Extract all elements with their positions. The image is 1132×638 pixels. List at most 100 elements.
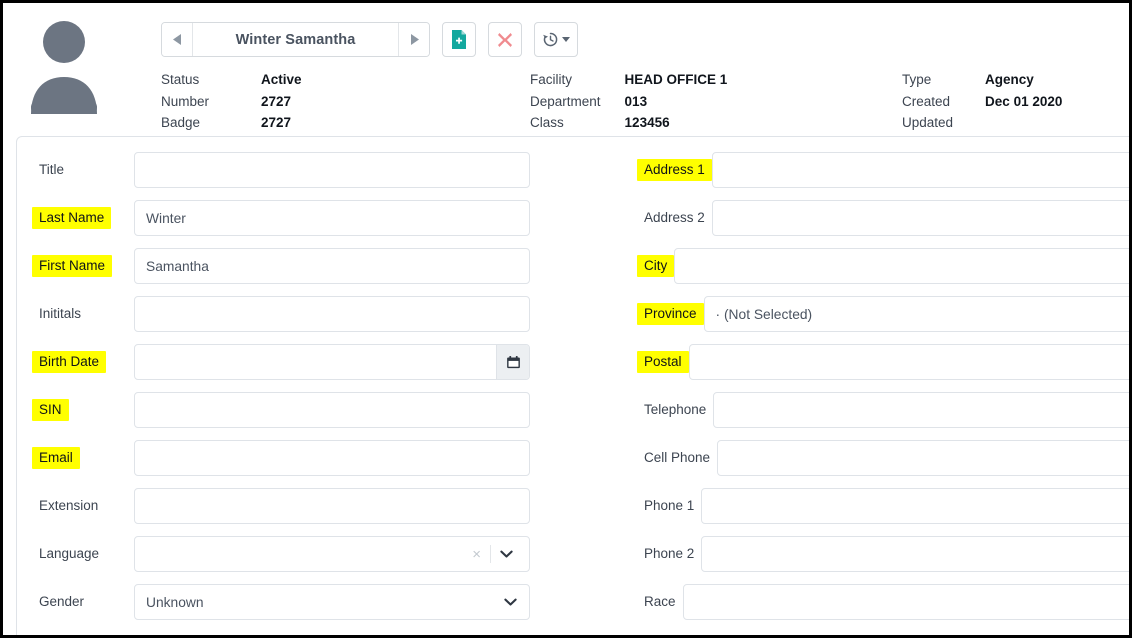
- delete-button[interactable]: [488, 22, 522, 57]
- record-header: Winter Samantha Status Number Badge Acti…: [3, 3, 1129, 133]
- field-label-phone-1: Phone 1: [644, 498, 695, 513]
- app-window: Winter Samantha Status Number Badge Acti…: [0, 0, 1132, 638]
- meta-label: Number: [161, 93, 210, 109]
- form-row: Language ×: [17, 536, 534, 572]
- meta-label: Department: [530, 93, 601, 109]
- history-button[interactable]: [534, 22, 578, 57]
- field-input-inititals[interactable]: [134, 296, 530, 332]
- meta-label: Badge: [161, 115, 201, 130]
- form-label-wrap: Gender: [17, 591, 134, 613]
- field-input-extension[interactable]: [134, 488, 530, 524]
- field-label-phone-2: Phone 2: [644, 546, 695, 561]
- employee-form-card: Title Last Name First Name Inititals Birth D…: [16, 136, 1129, 635]
- field-label-last-name: Last Name: [32, 207, 112, 229]
- clear-icon[interactable]: ×: [463, 547, 490, 562]
- field-label-inititals: Inititals: [39, 306, 82, 321]
- form-label-wrap: Cell Phone: [637, 447, 717, 469]
- field-input-address-1[interactable]: [711, 152, 1129, 188]
- form-row: Address 1: [637, 152, 1129, 188]
- form-label-wrap: Telephone: [637, 399, 713, 421]
- field-label-sin: SIN: [32, 399, 69, 421]
- form-row: Inititals: [17, 296, 534, 332]
- meta-label: Updated: [902, 115, 954, 130]
- field-input-email[interactable]: [134, 440, 530, 476]
- form-control: [701, 488, 1129, 524]
- field-label-address-1: Address 1: [637, 159, 712, 181]
- field-input-postal[interactable]: [688, 344, 1129, 380]
- field-input-title[interactable]: [134, 152, 530, 188]
- form-row: Address 2: [637, 200, 1129, 236]
- field-input-race[interactable]: [682, 584, 1129, 620]
- field-label-city: City: [637, 255, 675, 277]
- form-row: Race: [637, 584, 1129, 620]
- form-label-wrap: Language: [17, 543, 134, 565]
- triangle-left-icon: [172, 34, 181, 45]
- form-label-wrap: Province: [637, 303, 704, 325]
- field-input-last-name[interactable]: [134, 200, 530, 236]
- form-control: [134, 248, 530, 284]
- meta-label: Created: [902, 93, 951, 109]
- field-input-gender[interactable]: [134, 584, 530, 620]
- meta-value: HEAD OFFICE 1: [624, 72, 728, 87]
- form-label-wrap: SIN: [17, 399, 134, 421]
- field-input-address-2[interactable]: [711, 200, 1129, 236]
- history-clock-icon: [543, 32, 558, 47]
- form-label-wrap: Inititals: [17, 303, 134, 325]
- field-input-telephone[interactable]: [713, 392, 1129, 428]
- form-label-wrap: City: [637, 255, 675, 277]
- field-label-postal: Postal: [637, 351, 689, 373]
- date-picker-button[interactable]: [496, 345, 529, 379]
- form-control: [717, 440, 1129, 476]
- triangle-right-icon: [410, 34, 419, 45]
- field-input-phone-1[interactable]: [701, 488, 1129, 524]
- next-record-button[interactable]: [398, 23, 429, 56]
- form-label-wrap: Phone 2: [637, 543, 701, 565]
- form-label-wrap: Address 2: [637, 207, 712, 229]
- form-label-wrap: Extension: [17, 495, 134, 517]
- field-input-sin[interactable]: [134, 392, 530, 428]
- meta-label: Status: [161, 72, 200, 87]
- form-label-wrap: Phone 1: [637, 495, 701, 517]
- form-row: Last Name: [17, 200, 534, 236]
- field-input-first-name[interactable]: [134, 248, 530, 284]
- form-row: Email: [17, 440, 534, 476]
- field-label-title: Title: [39, 162, 65, 177]
- meta-label: Type: [902, 72, 932, 87]
- field-input-phone-2[interactable]: [701, 536, 1129, 572]
- field-label-cell-phone: Cell Phone: [644, 450, 711, 465]
- dropdown-toggle[interactable]: [491, 550, 521, 559]
- avatar: [24, 13, 104, 117]
- field-input-cell-phone[interactable]: [717, 440, 1129, 476]
- field-input-city[interactable]: [674, 248, 1129, 284]
- form-control: [134, 440, 530, 476]
- form-label-wrap: Postal: [637, 351, 689, 373]
- field-label-address-2: Address 2: [644, 210, 705, 225]
- form-control: [134, 488, 530, 524]
- chevron-down-icon: [500, 550, 513, 558]
- field-label-email: Email: [32, 447, 80, 469]
- field-input-birth-date[interactable]: [134, 344, 530, 380]
- form-row: Birth Date: [17, 344, 534, 380]
- field-input-province[interactable]: [703, 296, 1129, 332]
- form-control: [134, 584, 530, 620]
- form-control: [713, 392, 1129, 428]
- previous-record-button[interactable]: [162, 23, 193, 56]
- form-row: Gender: [17, 584, 534, 620]
- field-label-first-name: First Name: [32, 255, 113, 277]
- meta-label: Class: [530, 115, 564, 130]
- form-control: [134, 296, 530, 332]
- form-label-wrap: First Name: [17, 255, 134, 277]
- field-label-extension: Extension: [39, 498, 99, 513]
- new-document-button[interactable]: [442, 22, 476, 57]
- form-control: [134, 392, 530, 428]
- meta-value: Dec 01 2020: [985, 93, 1063, 109]
- meta-column-type: Type Created Updated Agency Dec 01 2020: [902, 69, 1062, 134]
- form-label-wrap: Last Name: [17, 207, 134, 229]
- form-control: [134, 344, 530, 380]
- record-navigation-toolbar: Winter Samantha: [161, 22, 578, 57]
- form-label-wrap: Email: [17, 447, 134, 469]
- form-column-personal: Title Last Name First Name Inititals Birth D…: [17, 152, 534, 632]
- form-row: SIN: [17, 392, 534, 428]
- meta-value: 123456: [624, 115, 670, 130]
- form-label-wrap: Address 1: [637, 159, 712, 181]
